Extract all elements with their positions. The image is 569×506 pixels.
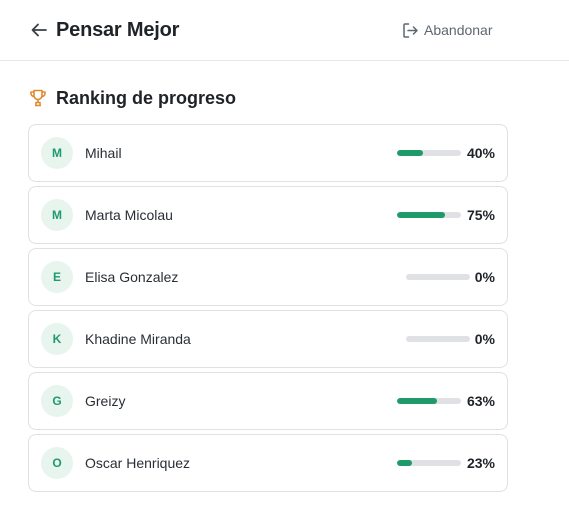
progress-percent: 0% (474, 331, 495, 347)
participant-name: Oscar Henriquez (85, 455, 191, 471)
participant-name: Marta Micolau (85, 207, 173, 223)
top-bar: Pensar Mejor Abandonar (0, 0, 569, 61)
participant-name: Mihail (85, 145, 122, 161)
progress-percent: 40% (466, 145, 495, 161)
progress-bar (406, 274, 470, 280)
progress-fill (397, 460, 412, 466)
progress-percent: 75% (466, 207, 495, 223)
progress-fill (397, 150, 423, 156)
progress-fill (397, 212, 445, 218)
ranking-title: Ranking de progreso (56, 87, 237, 108)
participant-name: Khadine Miranda (85, 331, 191, 347)
progress-bar (406, 336, 470, 342)
avatar: K (41, 323, 73, 355)
progress-bar (397, 460, 461, 466)
ranking-row[interactable]: M Marta Micolau 75% (28, 186, 508, 244)
progress-percent: 63% (466, 393, 495, 409)
avatar: M (41, 199, 73, 231)
back-button[interactable] (28, 19, 50, 41)
avatar: G (41, 385, 73, 417)
progress-bar (397, 212, 461, 218)
ranking-heading: Ranking de progreso (28, 86, 236, 110)
ranking-row[interactable]: G Greizy 63% (28, 372, 508, 430)
progress-percent: 23% (466, 455, 495, 471)
arrow-left-icon (31, 23, 47, 37)
exit-icon (402, 22, 419, 39)
participant-name: Elisa Gonzalez (85, 269, 179, 285)
leave-button-label: Abandonar (424, 22, 493, 38)
progress-fill (397, 398, 438, 404)
avatar: O (41, 447, 73, 479)
progress-bar (397, 150, 461, 156)
ranking-row[interactable]: K Khadine Miranda 0% (28, 310, 508, 368)
page-title: Pensar Mejor (56, 19, 180, 41)
ranking-row[interactable]: M Mihail 40% (28, 124, 508, 182)
participant-name: Greizy (85, 393, 126, 409)
progress-percent: 0% (474, 269, 495, 285)
ranking-row[interactable]: O Oscar Henriquez 23% (28, 434, 508, 492)
ranking-list: M Mihail 40% M Marta Micolau 75% E Elisa Gonzal… (28, 124, 508, 496)
ranking-row[interactable]: E Elisa Gonzalez 0% (28, 248, 508, 306)
trophy-icon (28, 88, 48, 108)
avatar: E (41, 261, 73, 293)
leave-button[interactable]: Abandonar (402, 19, 493, 41)
progress-bar (397, 398, 461, 404)
avatar: M (41, 137, 73, 169)
